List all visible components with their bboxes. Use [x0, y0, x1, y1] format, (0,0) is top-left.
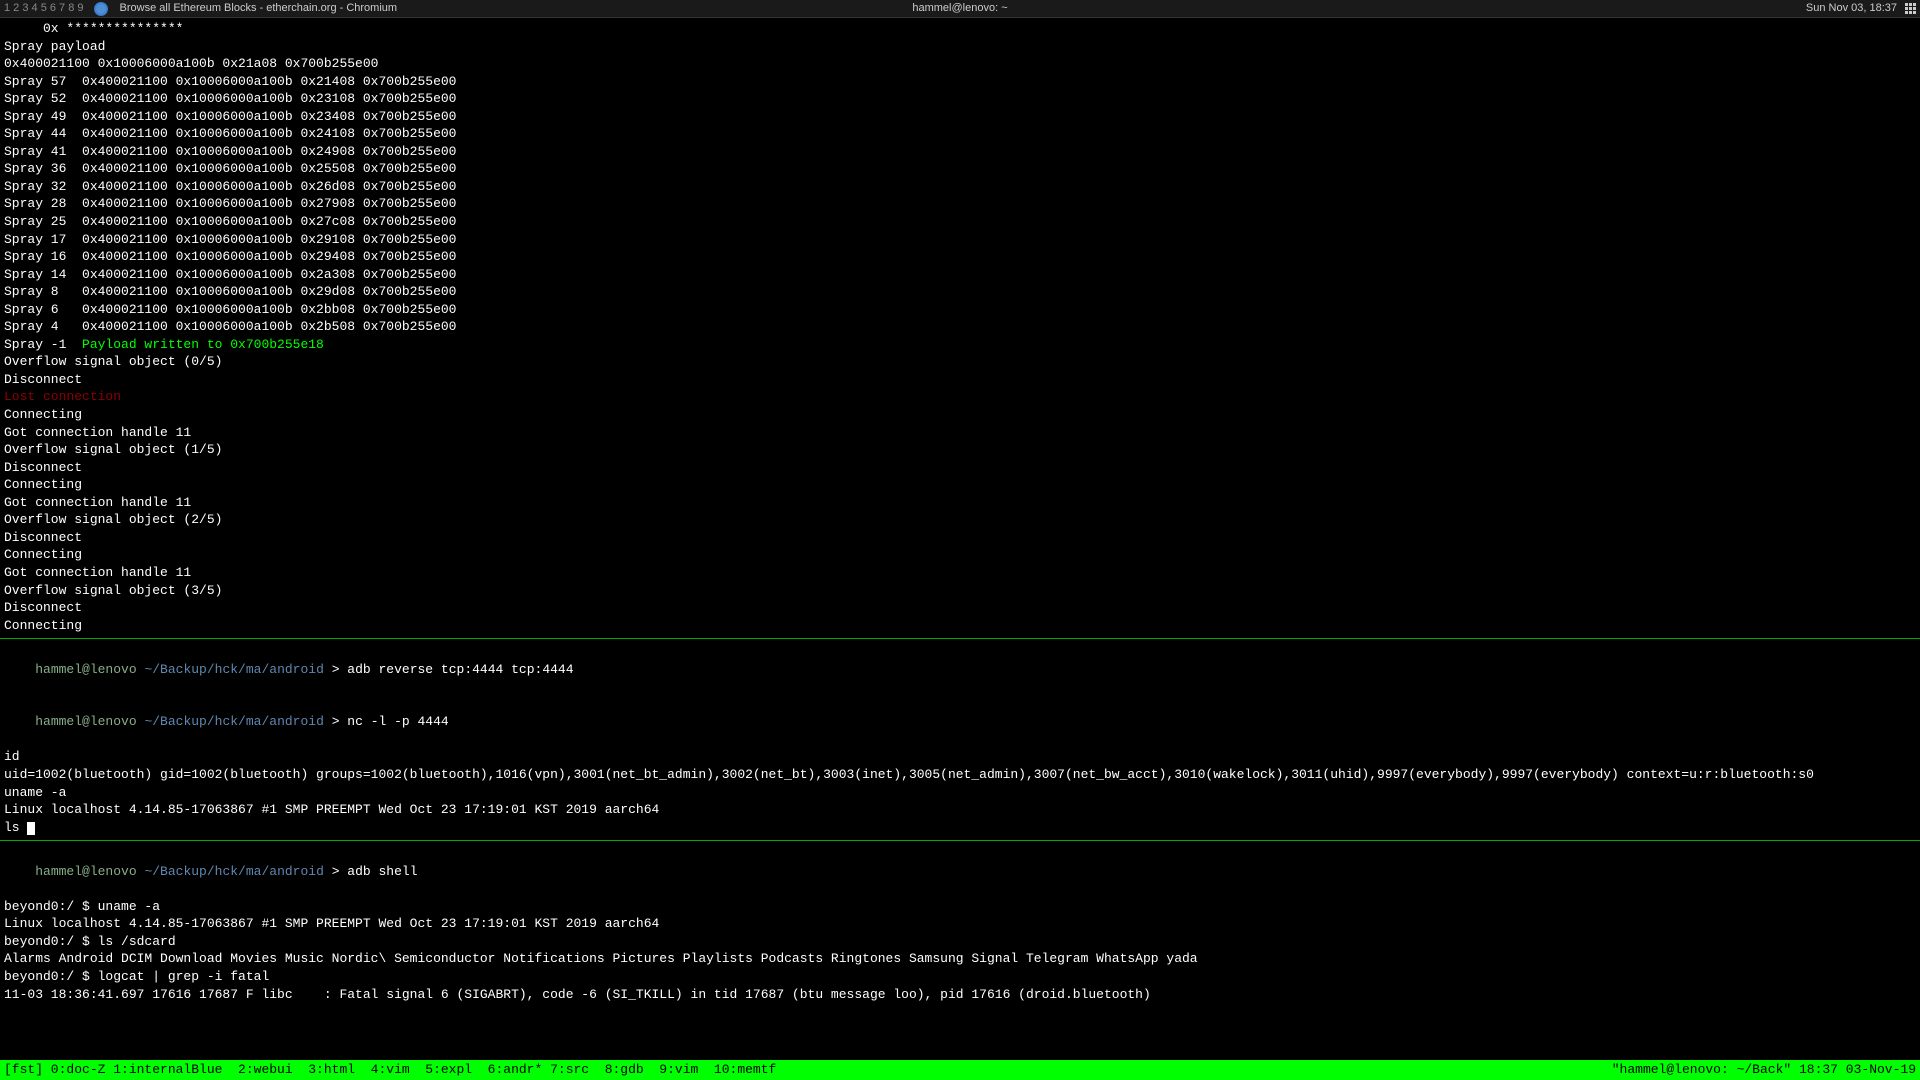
- terminal-line: Got connection handle 11: [4, 424, 1916, 442]
- terminal-pane-2[interactable]: hammel@lenovo ~/Backup/hck/ma/android > …: [0, 641, 1920, 838]
- terminal-line: Disconnect: [4, 529, 1916, 547]
- grid-menu-icon[interactable]: [1905, 3, 1916, 14]
- prompt-path: ~/Backup/hck/ma/android: [137, 662, 332, 677]
- workspace-numbers[interactable]: 1 2 3 4 5 6 7 8 9: [2, 1, 86, 16]
- terminal-line: Spray 28 0x400021100 0x10006000a100b 0x2…: [4, 195, 1916, 213]
- command-adb-shell: adb shell: [347, 864, 417, 879]
- terminal-line: Connecting: [4, 546, 1916, 564]
- terminal-line: beyond0:/ $ uname -a: [4, 898, 1916, 916]
- terminal-line: Spray 4 0x400021100 0x10006000a100b 0x2b…: [4, 318, 1916, 336]
- terminal-line: 0x ***************: [4, 20, 1916, 38]
- window-title[interactable]: Browse all Ethereum Blocks - etherchain.…: [120, 1, 398, 16]
- taskbar: 1 2 3 4 5 6 7 8 9 Browse all Ethereum Bl…: [0, 0, 1920, 18]
- prompt-path: ~/Backup/hck/ma/android: [137, 864, 332, 879]
- terminal-line: 11-03 18:36:41.697 17616 17687 F libc : …: [4, 986, 1916, 1004]
- terminal-line: Spray 52 0x400021100 0x10006000a100b 0x2…: [4, 90, 1916, 108]
- terminal-line: Spray payload: [4, 38, 1916, 56]
- terminal-line: Linux localhost 4.14.85-17063867 #1 SMP …: [4, 915, 1916, 933]
- terminal-line: Overflow signal object (1/5): [4, 441, 1916, 459]
- terminal-line: Spray 8 0x400021100 0x10006000a100b 0x29…: [4, 283, 1916, 301]
- terminal-line: Spray 57 0x400021100 0x10006000a100b 0x2…: [4, 73, 1916, 91]
- taskbar-right: Sun Nov 03, 18:37: [1806, 1, 1920, 16]
- terminal-line: Alarms Android DCIM Download Movies Musi…: [4, 950, 1916, 968]
- pane-separator-2[interactable]: [0, 840, 1920, 841]
- terminal-line: Got connection handle 11: [4, 564, 1916, 582]
- status-left[interactable]: [fst] 0:doc-Z 1:internalBlue 2:webui 3:h…: [4, 1061, 776, 1079]
- terminal-line: Spray 25 0x400021100 0x10006000a100b 0x2…: [4, 213, 1916, 231]
- datetime: Sun Nov 03, 18:37: [1806, 1, 1897, 16]
- terminal-line: uid=1002(bluetooth) gid=1002(bluetooth) …: [4, 766, 1916, 784]
- terminal-line: Connecting: [4, 617, 1916, 635]
- taskbar-left: 1 2 3 4 5 6 7 8 9 Browse all Ethereum Bl…: [0, 1, 397, 16]
- command-nc: nc -l -p 4444: [347, 714, 448, 729]
- terminal-line: Linux localhost 4.14.85-17063867 #1 SMP …: [4, 801, 1916, 819]
- terminal-line: Spray 16 0x400021100 0x10006000a100b 0x2…: [4, 248, 1916, 266]
- terminal-line: Spray 36 0x400021100 0x10006000a100b 0x2…: [4, 160, 1916, 178]
- terminal-pane-1[interactable]: 0x ***************Spray payload0x4000211…: [0, 18, 1920, 636]
- terminal-line: Spray 49 0x400021100 0x10006000a100b 0x2…: [4, 108, 1916, 126]
- terminal-line: Spray 14 0x400021100 0x10006000a100b 0x2…: [4, 266, 1916, 284]
- taskbar-center-title: hammel@lenovo: ~: [912, 1, 1007, 16]
- terminal-line: Got connection handle 11: [4, 494, 1916, 512]
- terminal-line: Connecting: [4, 406, 1916, 424]
- tmux-status-bar[interactable]: [fst] 0:doc-Z 1:internalBlue 2:webui 3:h…: [0, 1060, 1920, 1080]
- command-adb-reverse: adb reverse tcp:4444 tcp:4444: [347, 662, 573, 677]
- prompt-user: hammel@lenovo: [35, 714, 136, 729]
- terminal-line: Overflow signal object (2/5): [4, 511, 1916, 529]
- terminal-line: Disconnect: [4, 599, 1916, 617]
- terminal-line: 0x400021100 0x10006000a100b 0x21a08 0x70…: [4, 55, 1916, 73]
- terminal-line: Spray 41 0x400021100 0x10006000a100b 0x2…: [4, 143, 1916, 161]
- prompt-path: ~/Backup/hck/ma/android: [137, 714, 332, 729]
- terminal-line: Spray 6 0x400021100 0x10006000a100b 0x2b…: [4, 301, 1916, 319]
- terminal-line: beyond0:/ $ logcat | grep -i fatal: [4, 968, 1916, 986]
- spray-neg1-prefix: Spray -1: [4, 337, 82, 352]
- cursor: [27, 822, 35, 835]
- pane-separator-1[interactable]: [0, 638, 1920, 639]
- ls-command: ls: [4, 820, 27, 835]
- terminal-line: Connecting: [4, 476, 1916, 494]
- terminal-line: Spray 17 0x400021100 0x10006000a100b 0x2…: [4, 231, 1916, 249]
- lost-connection: Lost connection: [4, 388, 1916, 406]
- prompt-user: hammel@lenovo: [35, 662, 136, 677]
- terminal-line: Disconnect: [4, 371, 1916, 389]
- terminal-line: beyond0:/ $ ls /sdcard: [4, 933, 1916, 951]
- terminal-line: uname -a: [4, 784, 1916, 802]
- terminal-line: Spray 44 0x400021100 0x10006000a100b 0x2…: [4, 125, 1916, 143]
- terminal-line: Overflow signal object (3/5): [4, 582, 1916, 600]
- terminal-line: Spray 32 0x400021100 0x10006000a100b 0x2…: [4, 178, 1916, 196]
- terminal-pane-3[interactable]: hammel@lenovo ~/Backup/hck/ma/android > …: [0, 843, 1920, 1005]
- prompt-user: hammel@lenovo: [35, 864, 136, 879]
- terminal-line: Overflow signal object (0/5): [4, 353, 1916, 371]
- payload-written: Payload written to 0x700b255e18: [82, 337, 324, 352]
- terminal-line: id: [4, 748, 1916, 766]
- status-right: "hammel@lenovo: ~/Back" 18:37 03-Nov-19: [1612, 1061, 1916, 1079]
- terminal-line: Disconnect: [4, 459, 1916, 477]
- chromium-icon[interactable]: [94, 2, 108, 16]
